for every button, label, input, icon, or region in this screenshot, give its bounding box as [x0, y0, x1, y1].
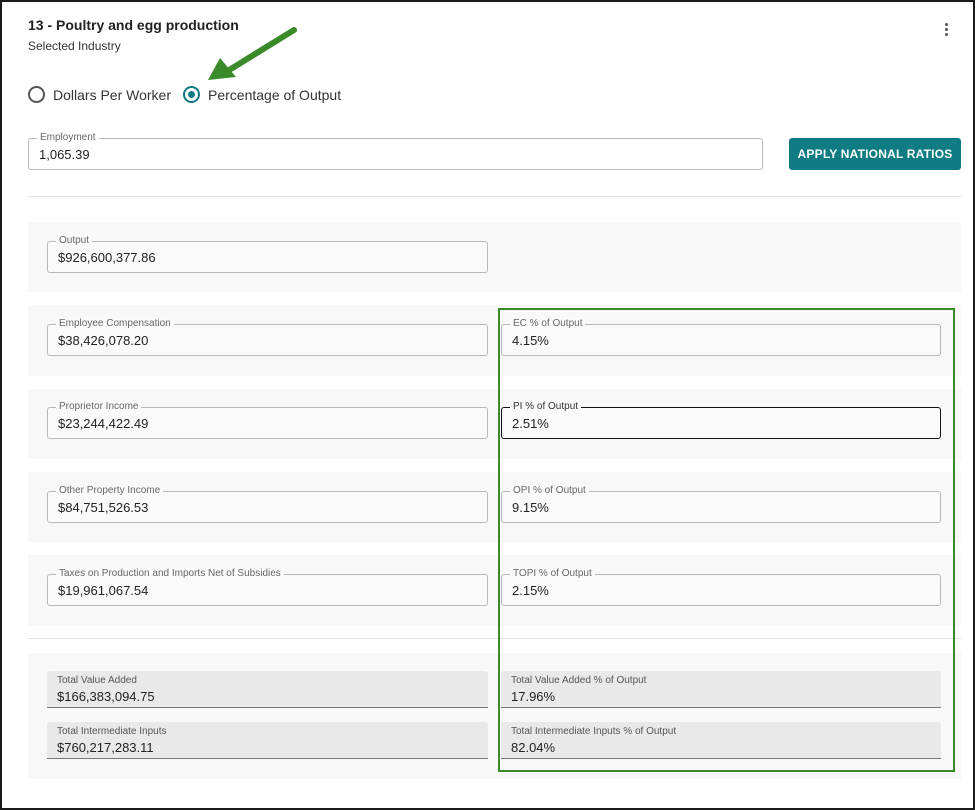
field-label: Employment	[37, 132, 99, 144]
output-field[interactable]: Output $926,600,377.86	[47, 235, 488, 273]
field-value: $23,244,422.49	[58, 416, 149, 431]
opi-percent-field[interactable]: OPI % of Output 9.15%	[501, 485, 941, 523]
total-value-added-field: Total Value Added $166,383,094.75	[47, 671, 488, 708]
field-value: 1,065.39	[39, 147, 90, 162]
field-value: 2.15%	[512, 583, 549, 598]
taxes-on-production-field[interactable]: Taxes on Production and Imports Net of S…	[47, 568, 488, 606]
employee-compensation-field[interactable]: Employee Compensation $38,426,078.20	[47, 318, 488, 356]
radio-dollars-per-worker[interactable]: Dollars Per Worker	[28, 86, 171, 103]
field-label: Total Value Added	[57, 675, 137, 686]
topi-percent-field[interactable]: TOPI % of Output 2.15%	[501, 568, 941, 606]
field-label: Total Value Added % of Output	[511, 675, 647, 686]
other-property-income-field[interactable]: Other Property Income $84,751,526.53	[47, 485, 488, 523]
field-label: EC % of Output	[510, 318, 586, 330]
proprietor-income-field[interactable]: Proprietor Income $23,244,422.49	[47, 401, 488, 439]
field-value: $926,600,377.86	[58, 250, 156, 265]
field-label: Output	[56, 235, 93, 247]
mode-radio-group: Dollars Per Worker Percentage of Output	[28, 86, 353, 103]
field-value: $760,217,283.11	[57, 740, 154, 755]
field-value: $84,751,526.53	[58, 500, 149, 515]
field-value: $19,961,067.54	[58, 583, 149, 598]
radio-unchecked-icon[interactable]	[28, 86, 45, 103]
radio-label: Percentage of Output	[208, 86, 342, 103]
field-label: Taxes on Production and Imports Net of S…	[56, 568, 284, 580]
divider	[28, 638, 961, 639]
total-intermediate-inputs-field: Total Intermediate Inputs $760,217,283.1…	[47, 722, 488, 759]
field-label: PI % of Output	[510, 401, 582, 413]
total-value-added-percent-field: Total Value Added % of Output 17.96%	[501, 671, 941, 708]
field-label: Total Intermediate Inputs	[57, 726, 167, 737]
industry-panel: 13 - Poultry and egg production Selected…	[0, 0, 975, 810]
field-value: 2.51%	[512, 416, 549, 431]
field-label: Employee Compensation	[56, 318, 174, 330]
apply-national-ratios-button[interactable]: APPLY NATIONAL RATIOS	[789, 138, 961, 170]
ec-percent-field[interactable]: EC % of Output 4.15%	[501, 318, 941, 356]
pi-percent-field[interactable]: PI % of Output 2.51%	[501, 401, 941, 439]
radio-checked-icon[interactable]	[183, 86, 200, 103]
field-label: OPI % of Output	[510, 485, 589, 497]
industry-subtitle: Selected Industry	[28, 39, 121, 53]
radio-label: Dollars Per Worker	[53, 86, 171, 103]
field-label: Other Property Income	[56, 485, 164, 497]
total-intermediate-inputs-percent-field: Total Intermediate Inputs % of Output 82…	[501, 722, 941, 759]
field-label: Total Intermediate Inputs % of Output	[511, 726, 677, 737]
annotation-arrow-icon	[208, 27, 297, 80]
field-label: TOPI % of Output	[510, 568, 595, 580]
field-value: 17.96%	[511, 689, 556, 704]
radio-percentage-of-output[interactable]: Percentage of Output	[183, 86, 341, 103]
field-value: 4.15%	[512, 333, 549, 348]
field-value: $38,426,078.20	[58, 333, 149, 348]
field-value: 9.15%	[512, 500, 549, 515]
employment-field[interactable]: Employment 1,065.39	[28, 132, 763, 170]
field-value: $166,383,094.75	[57, 689, 155, 704]
divider	[28, 196, 961, 197]
field-label: Proprietor Income	[56, 401, 142, 413]
more-options-icon[interactable]	[936, 19, 956, 39]
field-value: 82.04%	[511, 740, 556, 755]
